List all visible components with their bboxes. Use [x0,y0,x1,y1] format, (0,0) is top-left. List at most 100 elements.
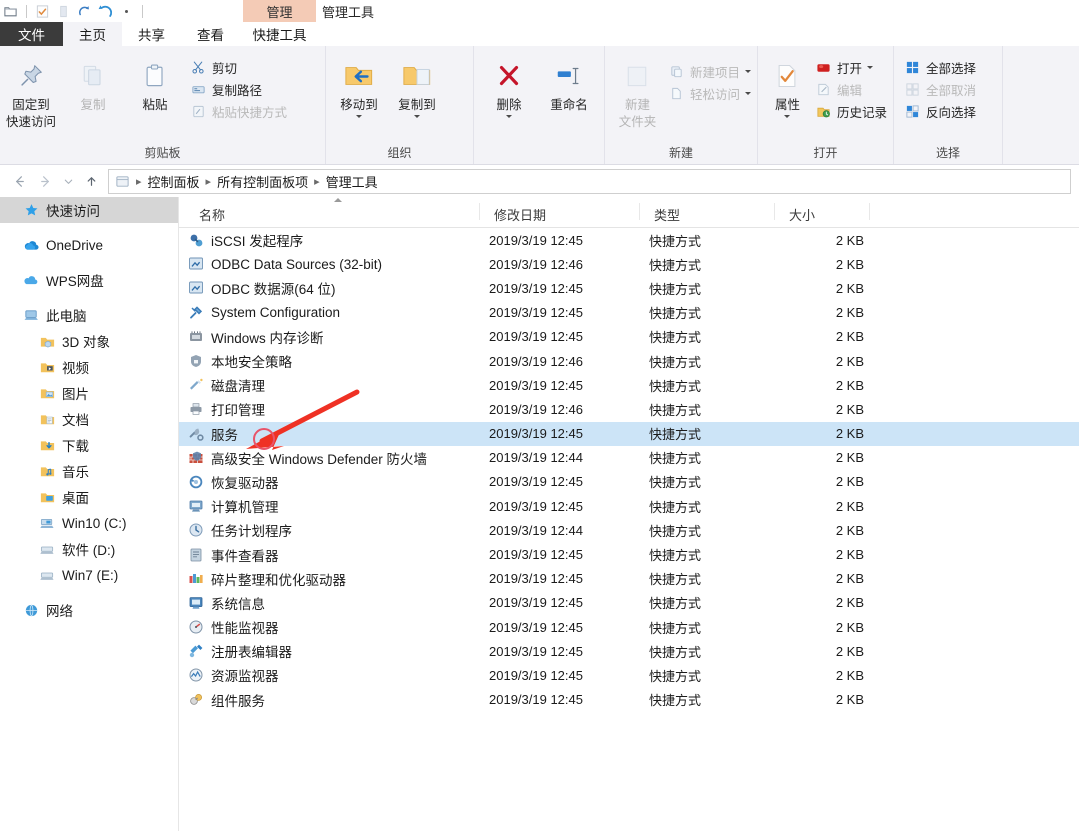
table-row[interactable]: 本地安全策略 2019/3/19 12:46 快捷方式 2 KB [179,349,1079,373]
ribbon-item-select-all[interactable]: 全部选择 [900,56,982,78]
table-row[interactable]: 组件服务 2019/3/19 12:45 快捷方式 2 KB [179,688,1079,712]
tab-home[interactable]: 主页 [63,22,122,46]
table-row[interactable]: 服务 2019/3/19 12:45 快捷方式 2 KB [179,421,1079,446]
back-button[interactable] [6,168,32,194]
taskschd-icon [187,522,204,539]
sidebar-item-13[interactable]: Win7 (E:) [0,562,178,588]
cell-date: 2019/3/19 12:45 [489,595,583,611]
table-row[interactable]: 磁盘清理 2019/3/19 12:45 快捷方式 2 KB [179,373,1079,397]
ribbon-item-select-none[interactable]: 全部取消 [900,78,982,100]
cell-size: 2 KB [835,305,864,321]
chevron-down-icon[interactable] [414,115,420,118]
column-header-size[interactable]: 大小 [789,205,815,224]
table-row[interactable]: 注册表编辑器 2019/3/19 12:45 快捷方式 2 KB [179,639,1079,663]
ribbon-button-new-folder[interactable]: 新建 文件夹 [611,52,664,130]
table-row[interactable]: System Configuration 2019/3/19 12:45 快捷方式 2… [179,301,1079,325]
file-name-label: ODBC Data Sources (32-bit) [211,256,383,272]
table-row[interactable]: 恢复驱动器 2019/3/19 12:45 快捷方式 2 KB [179,470,1079,494]
table-row[interactable]: 资源监视器 2019/3/19 12:45 快捷方式 2 KB [179,663,1079,687]
sidebar-item-label: 3D 对象 [62,335,111,350]
ribbon-button-delete[interactable]: 删除 [480,52,538,118]
sidebar-item-10[interactable]: 桌面 [0,484,178,510]
explorer-icon[interactable] [0,1,20,21]
sidebar-item-2[interactable]: WPS网盘 [0,267,178,293]
chevron-down-icon[interactable] [784,115,791,118]
ribbon-button-paste[interactable]: 粘贴 [124,52,186,113]
table-row[interactable]: Windows 内存诊断 2019/3/19 12:45 快捷方式 2 KB [179,325,1079,349]
ribbon-item-open[interactable]: 打开 [811,56,893,78]
ribbon-item-paste-shortcut[interactable]: 粘贴快捷方式 [186,100,293,122]
tab-share[interactable]: 共享 [122,22,181,46]
table-row[interactable]: 事件查看器 2019/3/19 12:45 快捷方式 2 KB [179,542,1079,566]
new-folder-icon[interactable] [53,1,73,21]
table-row[interactable]: 系统信息 2019/3/19 12:45 快捷方式 2 KB [179,591,1079,615]
chevron-down-icon[interactable] [356,115,362,118]
ribbon-item-edit[interactable]: 编辑 [811,78,893,100]
sidebar-item-7[interactable]: 文档 [0,406,178,432]
column-header-name[interactable]: 名称 [199,205,225,224]
sidebar-item-9[interactable]: 音乐 [0,458,178,484]
odbc-icon [187,256,204,273]
ribbon-item-history[interactable]: 历史记录 [811,100,893,122]
sidebar-item-3[interactable]: 此电脑 [0,302,178,328]
table-row[interactable]: 高级安全 Windows Defender 防火墙 2019/3/19 12:44… [179,446,1079,470]
ribbon-button-move-to[interactable]: 移动到 [330,52,388,118]
ribbon-button-copy-to[interactable]: 复制到 [388,52,446,118]
table-row[interactable]: 打印管理 2019/3/19 12:46 快捷方式 2 KB [179,397,1079,421]
ribbon-item-easy-access[interactable]: 轻松访问 [664,82,757,104]
breadcrumb-separator: ▸ [136,175,142,188]
ribbon-item-cut[interactable]: 剪切 [186,56,293,78]
column-divider[interactable] [479,203,480,220]
chevron-down-icon[interactable] [506,115,512,118]
downloads-folder-icon [38,436,57,454]
address-bar[interactable]: ▸ 控制面板 ▸ 所有控制面板项 ▸ 管理工具 [108,168,1071,194]
sidebar-item-12[interactable]: 软件 (D:) [0,536,178,562]
tab-shortcut-tools[interactable]: 快捷工具 [243,22,316,46]
table-row[interactable]: ODBC 数据源(64 位) 2019/3/19 12:45 快捷方式 2 KB [179,276,1079,300]
ribbon-button-rename[interactable]: 重命名 [538,52,600,113]
cell-size: 2 KB [835,643,864,659]
column-header-type[interactable]: 类型 [654,205,680,224]
column-divider[interactable] [869,203,870,220]
up-button[interactable] [78,168,104,194]
table-row[interactable]: 计算机管理 2019/3/19 12:45 快捷方式 2 KB [179,494,1079,518]
recent-locations-button[interactable] [58,168,78,194]
sidebar-item-4[interactable]: 3D 对象 [0,328,178,354]
column-divider[interactable] [639,203,640,220]
properties-check-icon[interactable] [32,1,52,21]
sidebar-item-1[interactable]: OneDrive [0,232,178,258]
ribbon-button-pin-to-quick-access[interactable]: 固定到 快速访问 [0,52,62,130]
table-row[interactable]: iSCSI 发起程序 2019/3/19 12:45 快捷方式 2 KB [179,228,1079,252]
breadcrumb-item-0[interactable]: 控制面板 [146,172,202,191]
ribbon-item-new-item[interactable]: 新建项目 [664,60,757,82]
ribbon-button-properties[interactable]: 属性 [764,52,811,118]
sidebar-item-14[interactable]: 网络 [0,597,178,623]
table-row[interactable]: 性能监视器 2019/3/19 12:45 快捷方式 2 KB [179,615,1079,639]
sidebar-item-0[interactable]: 快速访问 [0,197,178,223]
table-row[interactable]: 任务计划程序 2019/3/19 12:44 快捷方式 2 KB [179,518,1079,542]
sidebar-item-5[interactable]: 视频 [0,354,178,380]
customize-qat-icon[interactable] [116,1,136,21]
table-row[interactable]: ODBC Data Sources (32-bit) 2019/3/19 12:4… [179,252,1079,276]
column-header-date[interactable]: 修改日期 [494,205,546,224]
chevron-down-icon[interactable] [867,65,873,69]
undo-icon[interactable] [95,1,115,21]
cell-type: 快捷方式 [649,330,702,346]
chevron-down-icon[interactable] [745,69,751,73]
redo-icon[interactable] [74,1,94,21]
history-icon [815,103,832,120]
forward-button[interactable] [32,168,58,194]
sidebar-item-8[interactable]: 下载 [0,432,178,458]
column-divider[interactable] [774,203,775,220]
table-row[interactable]: 碎片整理和优化驱动器 2019/3/19 12:45 快捷方式 2 KB [179,567,1079,591]
breadcrumb-item-1[interactable]: 所有控制面板项 [215,172,310,191]
chevron-down-icon[interactable] [745,91,751,95]
tab-file[interactable]: 文件 [0,22,63,46]
ribbon-item-copy-path[interactable]: 复制路径 [186,78,293,100]
breadcrumb-item-2[interactable]: 管理工具 [324,172,380,191]
sidebar-item-11[interactable]: Win10 (C:) [0,510,178,536]
ribbon-item-invert-selection[interactable]: 反向选择 [900,100,982,122]
ribbon-button-copy[interactable]: 复制 [62,52,124,113]
sidebar-item-6[interactable]: 图片 [0,380,178,406]
tab-view[interactable]: 查看 [181,22,240,46]
